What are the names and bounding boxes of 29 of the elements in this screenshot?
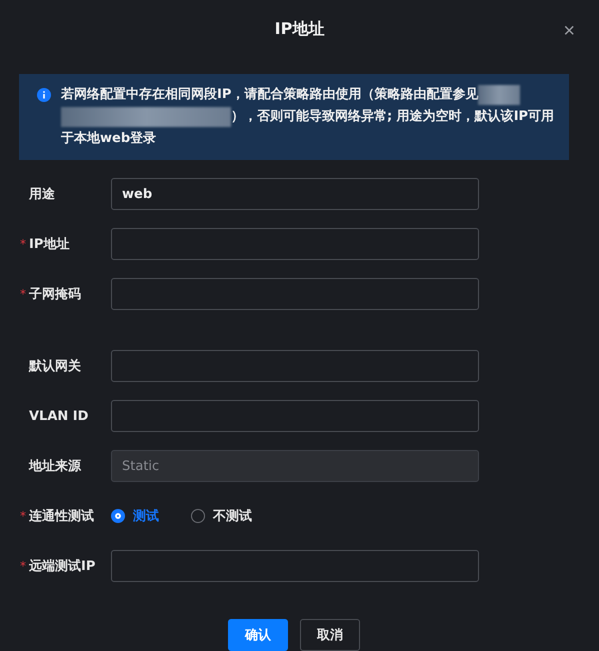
radio-option[interactable]: 测试 <box>111 507 159 525</box>
radio-option[interactable]: 不测试 <box>191 507 252 525</box>
field-label: VLAN ID <box>29 408 88 424</box>
close-button[interactable]: × <box>561 20 577 42</box>
field-label: 地址来源 <box>29 458 81 475</box>
field-label: 子网掩码 <box>29 286 81 303</box>
field-label: 用途 <box>29 186 55 203</box>
notice-text: 若网络配置中存在相同网段IP，请配合策略路由使用（策略路由配置参见 <box>61 86 478 104</box>
field-label: 默认网关 <box>29 358 81 375</box>
input-field[interactable] <box>111 550 479 582</box>
notice-text: ），否则可能导致网络异常; 用途为空时，默认该IP可用 <box>231 108 554 126</box>
cancel-button[interactable]: 取消 <box>300 619 360 651</box>
required-mark: * <box>20 559 27 573</box>
input-field[interactable] <box>111 228 479 260</box>
field-label: 连通性测试 <box>29 508 94 525</box>
input-field[interactable] <box>111 350 479 382</box>
redacted-blur <box>478 85 520 105</box>
dialog-title: IP地址 <box>274 19 324 40</box>
required-mark: * <box>20 287 27 301</box>
required-mark: * <box>20 509 27 523</box>
info-icon <box>37 88 51 102</box>
input-field[interactable] <box>111 400 479 432</box>
field-label: IP地址 <box>29 236 70 253</box>
confirm-button[interactable]: 确认 <box>228 619 288 651</box>
input-field[interactable]: web <box>111 178 479 210</box>
field-label: 远端测试IP <box>29 558 96 575</box>
input-field[interactable] <box>111 278 479 310</box>
notice-text: 于本地web登录 <box>61 130 156 148</box>
required-mark: * <box>20 237 27 251</box>
